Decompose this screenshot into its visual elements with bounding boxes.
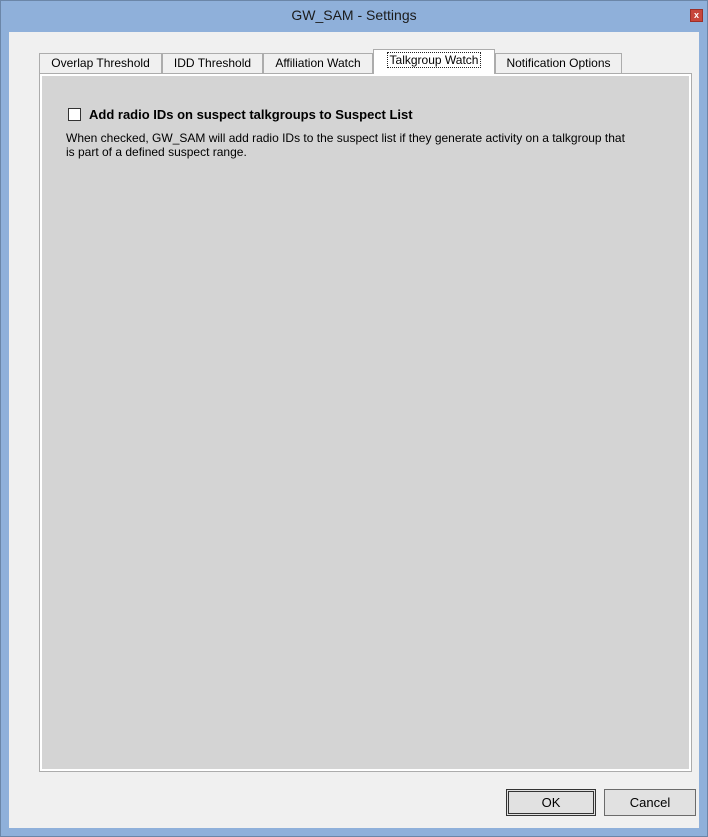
tab-idd-threshold[interactable]: IDD Threshold [162, 53, 263, 73]
tab-label: Talkgroup Watch [386, 52, 482, 68]
dialog-client-area: Overlap Threshold IDD Threshold Affiliat… [9, 32, 699, 828]
tab-affiliation-watch[interactable]: Affiliation Watch [263, 53, 373, 73]
tab-label: Affiliation Watch [275, 56, 361, 70]
ok-button[interactable]: OK [506, 789, 596, 816]
cancel-button-label: Cancel [629, 795, 671, 810]
window-title: GW_SAM - Settings [291, 7, 417, 23]
tab-label: Overlap Threshold [51, 56, 150, 70]
tab-label: IDD Threshold [173, 56, 252, 70]
option-description: When checked, GW_SAM will add radio IDs … [66, 131, 625, 159]
tab-overlap-threshold[interactable]: Overlap Threshold [39, 53, 162, 73]
add-radio-ids-checkbox[interactable] [68, 108, 81, 121]
tab-panel-talkgroup-watch: Add radio IDs on suspect talkgroups to S… [39, 73, 692, 772]
ok-focus-border [508, 791, 594, 814]
tab-notification-options[interactable]: Notification Options [495, 53, 622, 73]
cancel-button[interactable]: Cancel [604, 789, 696, 816]
title-bar[interactable]: GW_SAM - Settings x [1, 1, 707, 32]
panel-content: Add radio IDs on suspect talkgroups to S… [42, 76, 689, 769]
checkbox-label: Add radio IDs on suspect talkgroups to S… [89, 107, 413, 122]
close-icon: x [693, 10, 699, 20]
close-button[interactable]: x [690, 9, 703, 22]
tab-label: Notification Options [506, 56, 611, 70]
settings-window: GW_SAM - Settings x Overlap Threshold ID… [0, 0, 708, 837]
add-radio-ids-option[interactable]: Add radio IDs on suspect talkgroups to S… [68, 107, 413, 122]
tab-talkgroup-watch[interactable]: Talkgroup Watch [373, 49, 495, 74]
